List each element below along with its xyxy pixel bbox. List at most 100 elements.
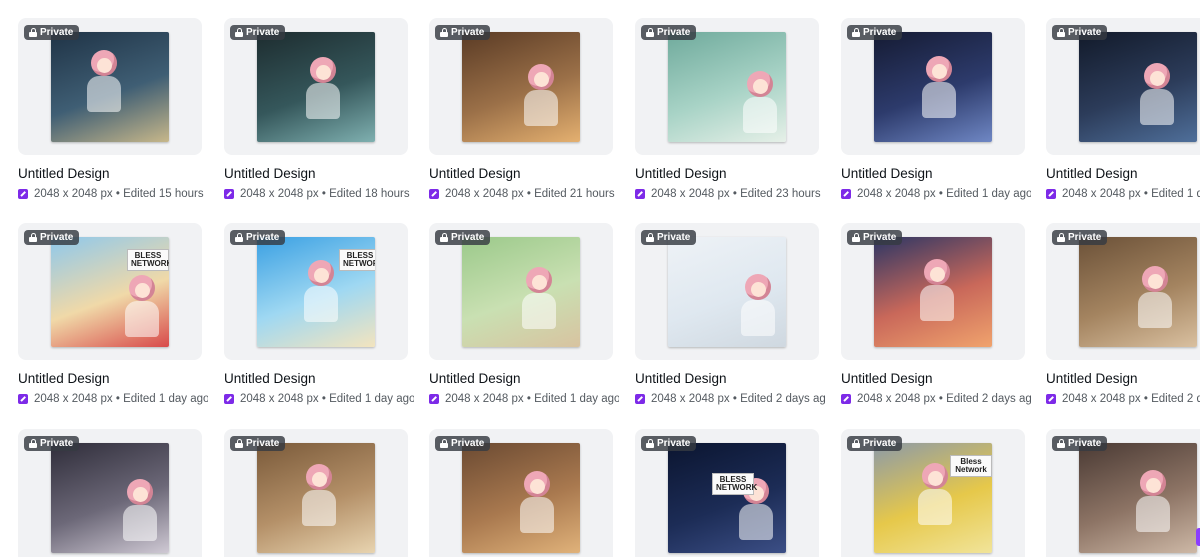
design-thumbnail[interactable]: Private: [429, 429, 613, 557]
design-thumbnail[interactable]: BLESS NETWORK Private: [18, 223, 202, 360]
private-badge: Private: [847, 25, 903, 40]
design-preview-image: [668, 237, 786, 347]
design-thumbnail[interactable]: Bless Network Private: [841, 429, 1025, 557]
private-badge-label: Private: [657, 232, 691, 243]
private-badge: Private: [24, 25, 80, 40]
design-thumbnail[interactable]: Private: [18, 429, 202, 557]
meta-separator: •: [729, 188, 741, 200]
meta-separator: •: [523, 393, 535, 405]
character-body: [1136, 496, 1170, 532]
design-edited-time: Edited 21 hours: [534, 188, 615, 200]
design-title[interactable]: Untitled Design: [224, 371, 414, 386]
design-type-icon: [429, 394, 439, 404]
private-badge-label: Private: [40, 27, 74, 38]
scrollbar-thumb[interactable]: [1196, 528, 1200, 546]
private-badge-label: Private: [863, 438, 897, 449]
character-face: [97, 58, 112, 73]
design-meta: 2048 x 2048 px • Edited 1 day ago: [841, 186, 1031, 202]
design-title[interactable]: Untitled Design: [429, 166, 619, 181]
design-type-icon: [841, 394, 851, 404]
lock-icon: [440, 439, 448, 448]
design-type-icon: [1046, 189, 1056, 199]
design-edited-time: Edited 15 hours: [123, 188, 204, 200]
design-thumbnail[interactable]: Private: [635, 18, 819, 155]
design-meta: 2048 x 2048 px • Edited 1 day ago: [224, 391, 414, 407]
design-thumbnail[interactable]: BLESS NETWORK Private: [635, 429, 819, 557]
meta-separator: •: [935, 188, 947, 200]
character-face: [532, 275, 547, 290]
lock-icon: [29, 28, 37, 37]
character-face: [932, 64, 947, 79]
design-meta: 2048 x 2048 px • Edited 2 days ag: [841, 391, 1031, 407]
private-badge-label: Private: [246, 27, 280, 38]
private-badge: Private: [641, 230, 697, 245]
private-badge-label: Private: [863, 27, 897, 38]
design-thumbnail[interactable]: Private: [224, 18, 408, 155]
design-title[interactable]: Untitled Design: [429, 371, 619, 386]
design-edited-time: Edited 2 d: [1151, 393, 1200, 405]
design-meta: 2048 x 2048 px • Edited 15 hours: [18, 186, 208, 202]
character-body: [306, 83, 340, 119]
private-badge: Private: [230, 436, 286, 451]
design-title[interactable]: Untitled Design: [841, 166, 1031, 181]
character-face: [312, 472, 327, 487]
lock-icon: [646, 439, 654, 448]
design-thumbnail[interactable]: Private: [1046, 18, 1200, 155]
lock-icon: [852, 28, 860, 37]
design-preview-image: [462, 443, 580, 553]
design-thumbnail[interactable]: Private: [429, 223, 613, 360]
design-title[interactable]: Untitled Design: [1046, 166, 1200, 181]
design-preview-image: [257, 32, 375, 142]
design-thumbnail[interactable]: Private: [841, 223, 1025, 360]
design-preview-image: [462, 237, 580, 347]
design-thumbnail[interactable]: Private: [1046, 429, 1200, 557]
design-preview-image: [257, 443, 375, 553]
design-meta: 2048 x 2048 px • Edited 1 d: [1046, 186, 1200, 202]
design-thumbnail[interactable]: Private: [841, 18, 1025, 155]
bless-network-sign: BLESS NETWORK: [712, 473, 757, 495]
character-face: [135, 283, 150, 298]
character-body: [922, 82, 956, 118]
private-badge: Private: [230, 25, 286, 40]
character-body: [920, 285, 954, 321]
design-title[interactable]: Untitled Design: [841, 371, 1031, 386]
design-title[interactable]: Untitled Design: [1046, 371, 1200, 386]
character-body: [522, 293, 556, 329]
character-face: [314, 268, 329, 283]
character-face: [930, 267, 945, 282]
design-thumbnail[interactable]: Private: [18, 18, 202, 155]
design-thumbnail[interactable]: Private: [429, 18, 613, 155]
design-thumbnail[interactable]: Private: [635, 223, 819, 360]
character-body: [520, 497, 554, 533]
character-body: [524, 90, 558, 126]
character-body: [87, 76, 121, 112]
design-dimensions: 2048 x 2048 px: [34, 188, 113, 200]
character-face: [530, 479, 545, 494]
meta-separator: •: [112, 393, 124, 405]
private-badge: Private: [435, 230, 491, 245]
design-title[interactable]: Untitled Design: [635, 371, 825, 386]
design-type-icon: [635, 189, 645, 199]
design-title[interactable]: Untitled Design: [18, 166, 208, 181]
design-title[interactable]: Untitled Design: [635, 166, 825, 181]
design-meta: 2048 x 2048 px • Edited 2 days ago: [635, 391, 825, 407]
design-meta: 2048 x 2048 px • Edited 21 hours: [429, 186, 619, 202]
design-thumbnail[interactable]: Private: [224, 429, 408, 557]
private-badge: Private: [24, 436, 80, 451]
meta-separator: •: [935, 393, 947, 405]
private-badge-label: Private: [451, 232, 485, 243]
design-title[interactable]: Untitled Design: [18, 371, 208, 386]
character-body: [1138, 292, 1172, 328]
design-preview-image: [1079, 443, 1197, 553]
design-dimensions: 2048 x 2048 px: [1062, 393, 1141, 405]
design-thumbnail[interactable]: Private: [1046, 223, 1200, 360]
design-thumbnail[interactable]: BLESS NETWORK Private: [224, 223, 408, 360]
lock-icon: [1057, 28, 1065, 37]
design-meta: 2048 x 2048 px • Edited 2 d: [1046, 391, 1200, 407]
design-meta: 2048 x 2048 px • Edited 18 hours: [224, 186, 414, 202]
design-title[interactable]: Untitled Design: [224, 166, 414, 181]
design-meta: 2048 x 2048 px • Edited 1 day ago: [429, 391, 619, 407]
meta-separator: •: [318, 188, 330, 200]
private-badge-label: Private: [451, 438, 485, 449]
private-badge-label: Private: [246, 232, 280, 243]
